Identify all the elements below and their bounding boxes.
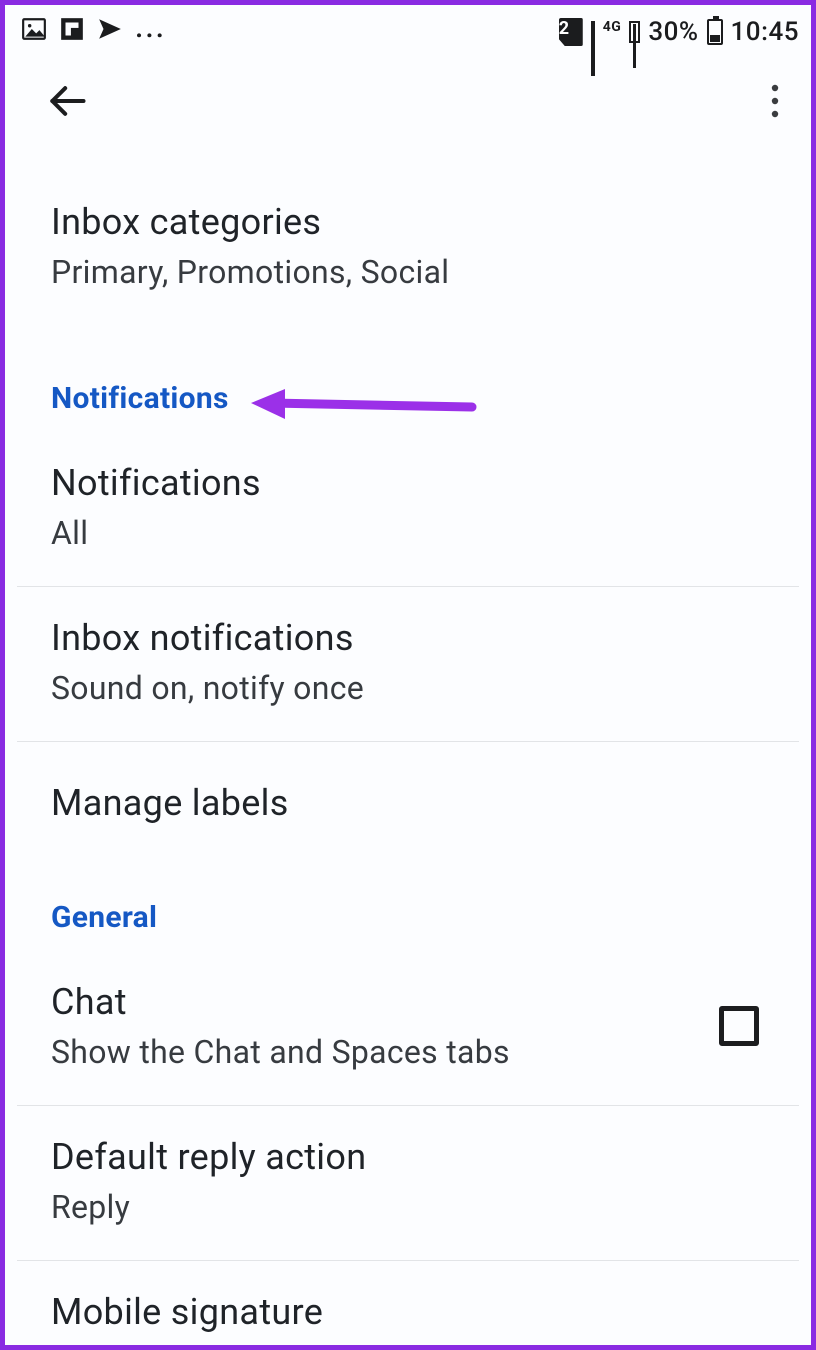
sim-badge-icon: 2 [559,18,583,46]
status-right: 2 4G 30% 10:45 [559,17,799,47]
chat-checkbox[interactable] [719,1006,759,1046]
setting-title: Chat [51,981,510,1023]
setting-title: Notifications [51,462,765,504]
manage-labels-item[interactable]: Manage labels [5,742,811,864]
clock-time: 10:45 [731,17,799,47]
notifications-section-header: Notifications [5,325,811,432]
signal-bars-icon [591,21,595,43]
setting-title: Default reply action [51,1136,765,1178]
setting-subtitle: Sound on, notify once [51,669,765,707]
inbox-categories-item[interactable]: Inbox categories Primary, Promotions, So… [5,153,811,325]
setting-subtitle: Primary, Promotions, Social [51,253,765,291]
battery-percent: 30% [648,17,698,47]
annotation-arrow-icon [247,385,477,433]
inbox-notifications-item[interactable]: Inbox notifications Sound on, notify onc… [17,587,799,742]
back-button[interactable] [45,79,89,127]
battery-icon [707,19,723,45]
app-bar [5,53,811,153]
overflow-menu-button[interactable] [771,83,779,123]
chat-item[interactable]: Chat Show the Chat and Spaces tabs [17,951,799,1106]
flipboard-icon [59,16,85,49]
status-left: ... [21,16,166,49]
mobile-signature-item[interactable]: Mobile signature [5,1261,811,1341]
setting-subtitle: All [51,514,765,552]
signal-outline-icon [629,21,640,43]
setting-title: Manage labels [51,782,765,824]
network-type: 4G [603,19,622,35]
send-icon [97,16,123,49]
default-reply-item[interactable]: Default reply action Reply [17,1106,799,1261]
general-section-header: General [5,864,811,951]
setting-subtitle: Show the Chat and Spaces tabs [51,1033,510,1071]
setting-title: Inbox categories [51,201,765,243]
setting-title: Mobile signature [51,1291,765,1333]
settings-list: Inbox categories Primary, Promotions, So… [5,153,811,1341]
more-notifications-icon: ... [135,23,166,33]
setting-subtitle: Reply [51,1188,765,1226]
picture-icon [21,16,47,49]
notifications-item[interactable]: Notifications All [17,432,799,587]
status-bar: ... 2 4G 30% 10:45 [5,5,811,53]
setting-title: Inbox notifications [51,617,765,659]
